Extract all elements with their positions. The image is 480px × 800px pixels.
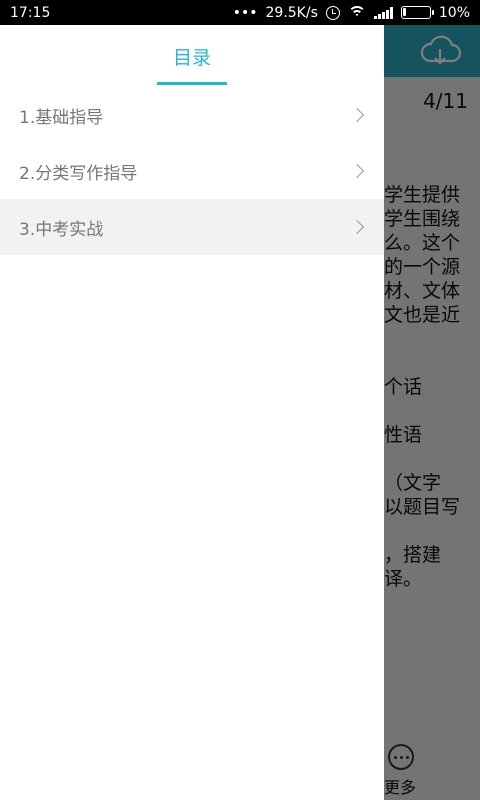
network-speed: 29.5K/s [265, 4, 318, 21]
toc-item[interactable]: 2.分类写作指导 [0, 143, 384, 199]
status-indicators: ••• 29.5K/s 10% [233, 5, 470, 21]
toc-item[interactable]: 1.基础指导 [0, 87, 384, 143]
toc-drawer: 目录 1.基础指导 2.分类写作指导 3.中考实战 [0, 25, 384, 800]
tab-indicator [157, 82, 227, 85]
toc-item-label: 3.中考实战 [19, 219, 104, 240]
status-time: 17:15 [10, 4, 51, 21]
signal-icon [373, 6, 393, 19]
toc-item-label: 2.分类写作指导 [19, 163, 138, 184]
more-dots: ••• [232, 4, 258, 21]
battery-percent: 10% [438, 4, 470, 21]
status-bar: 17:15 ••• 29.5K/s 10% [0, 0, 480, 25]
toc-list: 1.基础指导 2.分类写作指导 3.中考实战 [0, 87, 384, 255]
alarm-icon [325, 5, 340, 20]
tab-toc[interactable]: 目录 [0, 43, 384, 70]
chevron-right-icon [349, 107, 365, 123]
toc-item[interactable]: 3.中考实战 [0, 199, 384, 255]
toc-item-label: 1.基础指导 [19, 107, 104, 128]
drawer-header: 目录 [0, 25, 384, 87]
wifi-icon [347, 5, 366, 20]
chevron-right-icon [349, 163, 365, 179]
chevron-right-icon [349, 219, 365, 235]
battery-icon [400, 6, 434, 19]
